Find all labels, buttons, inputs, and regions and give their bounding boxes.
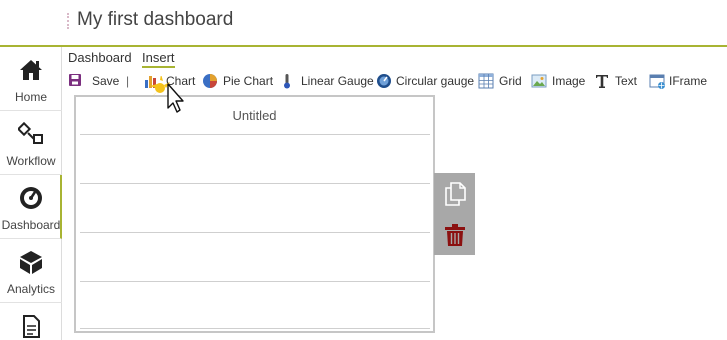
iframe-icon [649, 74, 665, 89]
sidebar-item-label: Analytics [6, 282, 56, 296]
widget-actions [434, 173, 475, 255]
sidebar-item-home[interactable]: Home [0, 47, 62, 111]
gauge-icon [20, 187, 42, 209]
document-icon [23, 315, 40, 338]
sidebar-item-label: Dashboard [1, 218, 61, 232]
thermometer-icon [284, 74, 290, 89]
text-icon [596, 75, 608, 88]
grid-line [80, 134, 430, 135]
grid-line [80, 281, 430, 282]
grid-line [80, 232, 430, 233]
copy-widget-button[interactable] [434, 173, 475, 214]
image-icon [531, 74, 547, 88]
sidebar-item-documents[interactable] [0, 303, 62, 340]
home-icon [20, 60, 42, 80]
menu-dashboard[interactable]: Dashboard [68, 50, 132, 65]
sidebar-item-analytics[interactable]: Analytics [0, 239, 62, 303]
page-title[interactable]: My first dashboard [77, 9, 233, 31]
grid-line [80, 328, 430, 329]
menu-insert[interactable]: Insert [142, 50, 175, 68]
workflow-icon [18, 121, 43, 144]
sidebar-item-dashboard[interactable]: Dashboard [0, 175, 62, 239]
sidebar-item-label: Workflow [6, 154, 56, 168]
grid-line [80, 183, 430, 184]
cube-icon [20, 251, 42, 274]
sidebar-item-label: Home [14, 90, 47, 104]
save-icon [69, 74, 81, 86]
widget-title[interactable]: Untitled [76, 108, 433, 123]
dashboard-widget[interactable]: Untitled [74, 95, 435, 333]
toolbar-separator: | [126, 74, 130, 88]
sidebar: Home Workflow Dashboard Analytics [0, 47, 62, 340]
bar-chart-icon [145, 76, 156, 88]
grid-icon [478, 73, 494, 89]
header-divider [0, 45, 727, 47]
pie-chart-icon [203, 74, 217, 88]
title-marker [67, 13, 69, 29]
trash-icon [445, 224, 465, 246]
delete-widget-button[interactable] [434, 214, 475, 255]
sidebar-item-workflow[interactable]: Workflow [0, 111, 62, 175]
copy-icon [445, 182, 466, 206]
title-bar: My first dashboard [0, 0, 727, 46]
circular-gauge-icon [377, 74, 391, 88]
